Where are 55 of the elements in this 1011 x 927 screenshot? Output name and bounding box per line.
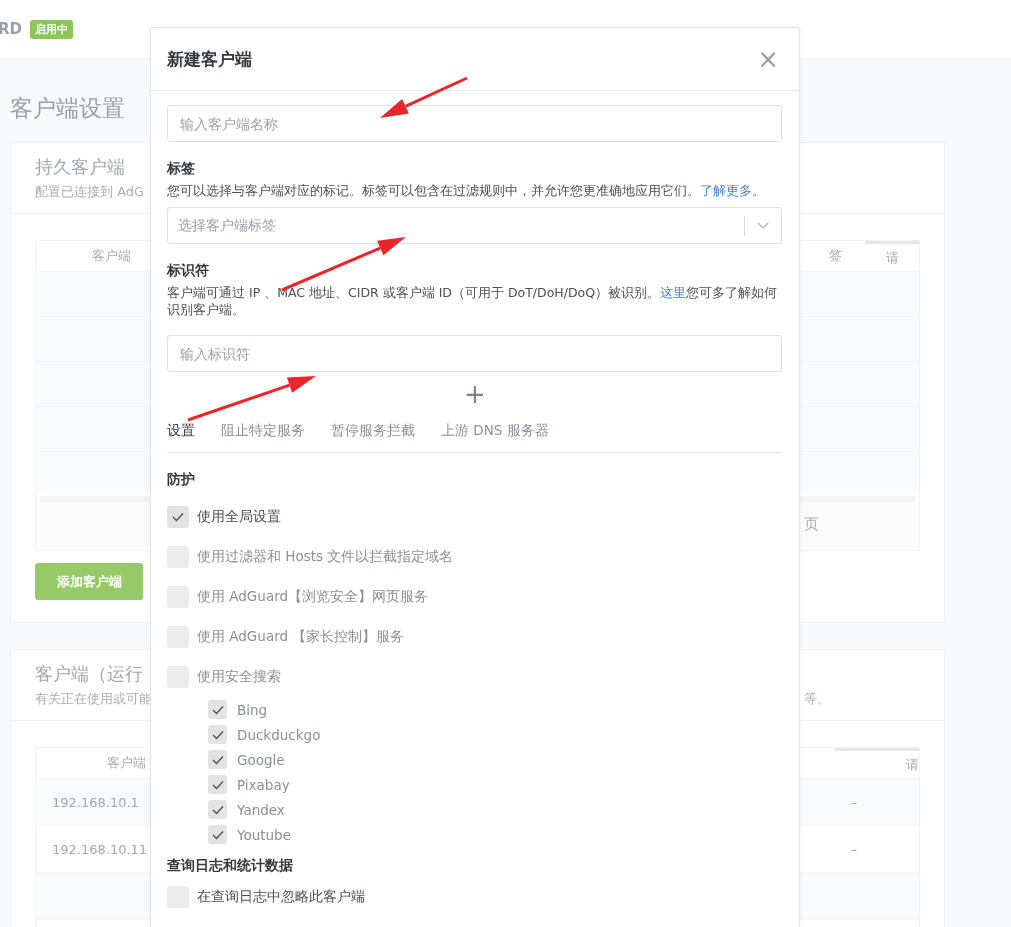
column-header: 客户端 [90, 247, 132, 265]
option-label: 使用过滤器和 Hosts 文件以拦截指定域名 [197, 548, 454, 566]
tab[interactable]: 上游 DNS 服务器 [441, 422, 549, 440]
card-title: 持久客户端 [35, 155, 125, 179]
card-subtitle: 等。 [804, 690, 830, 708]
section-title: 防护 [167, 471, 196, 489]
chevron-down-icon [757, 221, 769, 230]
option-label: Yandex [237, 801, 285, 818]
option-label: 使用安全搜索 [197, 668, 281, 686]
checkbox[interactable] [167, 506, 189, 528]
section-title: 查询日志和统计数据 [167, 857, 294, 875]
option-label: Google [237, 751, 285, 768]
add-button[interactable]: + [460, 380, 490, 408]
card-subtitle: 配置已连接到 AdG [35, 183, 145, 201]
card-title: 客户端（运行 [35, 662, 143, 686]
learn-more-link[interactable]: 了解更多 [700, 183, 752, 198]
check-icon [211, 804, 224, 815]
option-label: 使用全局设置 [197, 508, 281, 526]
table-cell: 192.168.10.11 [52, 841, 148, 857]
check-icon [211, 729, 224, 740]
table-cell: 192.168.10.1 [52, 794, 139, 810]
column-header: 客户端 [105, 754, 147, 772]
check-icon [211, 754, 224, 765]
field-description: 您可以选择与客户端对应的标记。标签可以包含在过滤规则中，并允许您更准确地应用它们。了解更多。 [167, 182, 766, 199]
identifier-field[interactable]: 输入标识符 [167, 335, 782, 372]
logo: RD [0, 20, 22, 38]
check-icon [211, 704, 224, 715]
column-header: 签 [827, 247, 843, 265]
field-description: 客户端可通过 IP 、MAC 地址、CIDR 或客户端 ID（可用于 DoT/DoH/DoQ）被识别。这里您可多了解如何识别客户端。 [167, 284, 779, 318]
option-label: Pixabay [237, 776, 290, 793]
next-page-button[interactable]: 页 [804, 514, 819, 534]
field-label: 标签 [167, 160, 196, 178]
close-button[interactable]: × [753, 46, 783, 72]
name-field[interactable]: 输入客户端名称 [167, 105, 782, 142]
tab[interactable]: 暂停服务拦截 [331, 422, 415, 440]
check-icon [172, 512, 184, 522]
option-label: 在查询日志中忽略此客户端 [197, 888, 365, 906]
tab[interactable]: 设置 [167, 422, 195, 440]
option-label: Duckduckgo [237, 726, 321, 743]
status-badge: 启用中 [30, 19, 73, 39]
option-label: 使用 AdGuard 【家长控制】服务 [197, 628, 405, 646]
dialog-title: 新建客户端 [167, 47, 252, 71]
page-title: 客户端设置 [10, 94, 125, 123]
check-icon [211, 829, 224, 840]
table-cell: – [850, 841, 857, 857]
here-link[interactable]: 这里 [660, 285, 687, 300]
field-label: 标识符 [167, 262, 210, 280]
option-label: Bing [237, 701, 268, 718]
option-label: 使用 AdGuard【浏览安全】网页服务 [197, 588, 429, 606]
option-label: Youtube [237, 826, 291, 843]
tags-select[interactable]: 选择客户端标签 [167, 207, 782, 244]
tab[interactable]: 阻止特定服务 [221, 422, 305, 440]
add-client-button[interactable]: 添加客户端 [35, 563, 143, 600]
check-icon [211, 779, 224, 790]
table-cell: – [850, 794, 857, 810]
